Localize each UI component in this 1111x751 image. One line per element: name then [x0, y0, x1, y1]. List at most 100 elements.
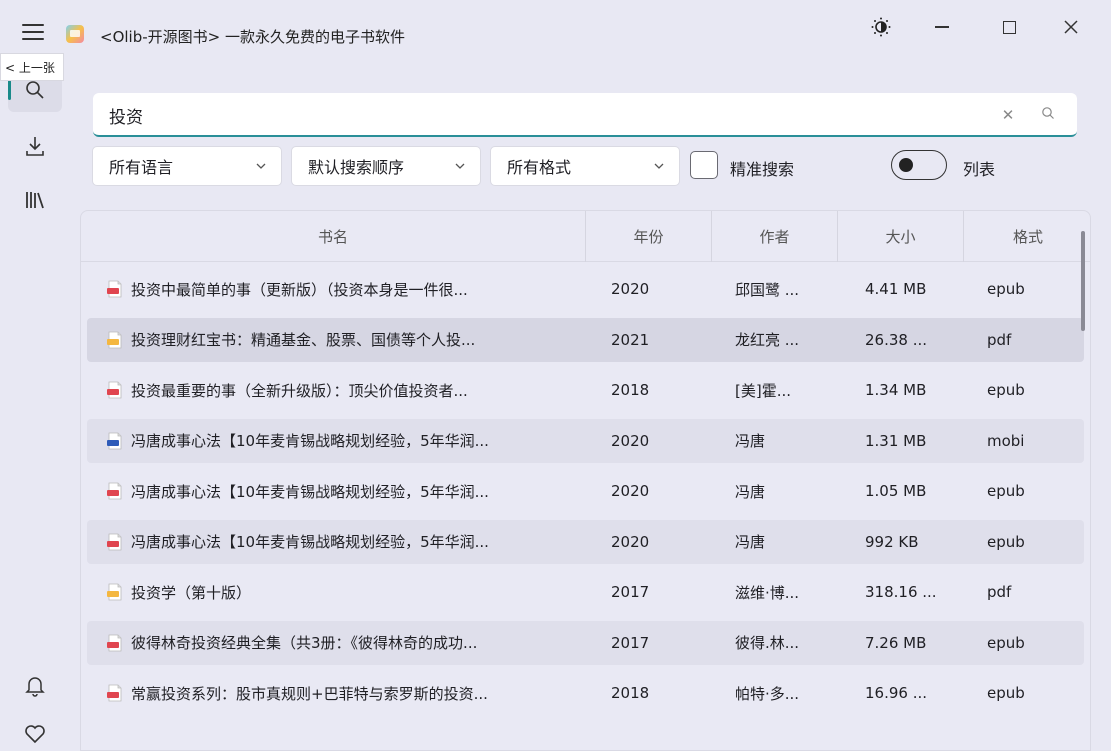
list-view-toggle[interactable] — [891, 150, 947, 180]
format-dropdown[interactable]: 所有格式 — [490, 146, 680, 186]
table-row[interactable]: 投资学（第十版） 2017 滋维·博... 318.16 ... pdf — [87, 570, 1084, 614]
cell-year: 2020 — [611, 532, 650, 551]
table-row[interactable]: 投资中最简单的事（更新版）（投资本身是一件很... 2020 邱国鹭 ... 4.41… — [87, 267, 1084, 311]
cell-book-name: 冯唐成事心法【10年麦肯锡战略规划经验，5年华润... — [107, 469, 577, 513]
cell-book-name: 常赢投资系列：股市真规则+巴菲特与索罗斯的投资... — [107, 671, 577, 715]
cell-size: 1.31 MB — [865, 431, 927, 450]
cell-year: 2021 — [611, 330, 650, 349]
format-dropdown-value: 所有格式 — [507, 158, 572, 177]
table-row[interactable]: 冯唐成事心法【10年麦肯锡战略规划经验，5年华润... 2020 冯唐 1.31 MB… — [87, 418, 1084, 463]
table-row[interactable]: 投资最重要的事（全新升级版）：顶尖价值投资者... 2018 [美]霍... 1.34… — [87, 368, 1084, 412]
cell-format: epub — [987, 381, 1025, 399]
language-dropdown-value: 所有语言 — [109, 158, 174, 177]
cell-book-name: 投资中最简单的事（更新版）（投资本身是一件很... — [107, 267, 577, 311]
cell-format: epub — [987, 684, 1025, 702]
table-header: 书名 年份 作者 大小 格式 — [81, 211, 1090, 262]
exact-search-checkbox[interactable] — [690, 151, 718, 179]
cell-size: 1.05 MB — [865, 482, 927, 500]
book-name-text: 投资理财红宝书：精通基金、股票、国债等个人投... — [131, 331, 476, 349]
cell-book-name: 冯唐成事心法【10年麦肯锡战略规划经验，5年华润... — [107, 520, 577, 564]
table-row[interactable]: 冯唐成事心法【10年麦肯锡战略规划经验，5年华润... 2020 冯唐 992 KB e… — [87, 519, 1084, 564]
cell-author: 冯唐 — [735, 533, 766, 551]
close-icon — [1064, 20, 1078, 34]
column-header-format[interactable]: 格式 — [964, 211, 1090, 262]
maximize-button[interactable] — [994, 14, 1024, 40]
chevron-down-icon — [455, 163, 465, 169]
cell-format: epub — [987, 532, 1025, 551]
cell-size: 26.38 ... — [865, 330, 928, 349]
pdf-file-icon — [107, 331, 122, 348]
cell-format: mobi — [987, 431, 1025, 450]
cell-book-name: 投资理财红宝书：精通基金、股票、国债等个人投... — [107, 318, 577, 362]
cell-size: 16.96 ... — [865, 684, 928, 702]
nav-library[interactable] — [8, 178, 62, 222]
epub-file-icon — [107, 280, 122, 298]
clear-search-icon[interactable]: ✕ — [999, 106, 1017, 124]
pdf-file-icon — [107, 583, 122, 601]
cell-book-name: 投资最重要的事（全新升级版）：顶尖价值投资者... — [107, 368, 577, 412]
sort-order-dropdown[interactable]: 默认搜索顺序 — [291, 146, 481, 186]
book-name-text: 冯唐成事心法【10年麦肯锡战略规划经验，5年华润... — [131, 482, 489, 501]
table-row[interactable]: 常赢投资系列：股市真规则+巴菲特与索罗斯的投资... 2018 帕特·多... 16.… — [87, 671, 1084, 715]
search-input[interactable] — [109, 101, 969, 129]
search-icon — [26, 81, 44, 99]
cell-format: pdf — [987, 583, 1012, 601]
table-row[interactable]: 彼得林奇投资经典全集（共3册：《彼得林奇的成功... 2017 彼得.林... 7.2… — [87, 620, 1084, 665]
cell-format: epub — [987, 633, 1025, 652]
book-name-text: 冯唐成事心法【10年麦肯锡战略规划经验，5年华润... — [131, 533, 489, 551]
bell-icon — [25, 677, 45, 697]
cell-author: 帕特·多... — [735, 684, 800, 703]
nav-active-indicator — [8, 80, 11, 100]
toggle-knob — [899, 158, 913, 172]
cell-book-name: 冯唐成事心法【10年麦肯锡战略规划经验，5年华润... — [107, 419, 577, 463]
book-name-text: 投资学（第十版） — [131, 583, 252, 602]
cell-author: 冯唐 — [735, 482, 766, 501]
book-name-text: 投资最重要的事（全新升级版）：顶尖价值投资者... — [131, 381, 468, 400]
cell-format: epub — [987, 482, 1025, 500]
cell-author: [美]霍... — [735, 381, 792, 400]
column-header-author[interactable]: 作者 — [712, 211, 838, 262]
cell-size: 992 KB — [865, 532, 919, 551]
minimize-button[interactable] — [927, 14, 957, 40]
cell-author: 滋维·博... — [735, 583, 800, 602]
search-submit-icon[interactable] — [1041, 106, 1059, 124]
column-header-name[interactable]: 书名 — [81, 211, 586, 262]
cell-size: 4.41 MB — [865, 280, 927, 298]
list-view-label: 列表 — [963, 160, 996, 179]
column-header-size[interactable]: 大小 — [838, 211, 964, 262]
nav-notifications[interactable] — [8, 664, 62, 708]
cell-author: 冯唐 — [735, 432, 766, 450]
cell-year: 2020 — [611, 280, 650, 298]
cell-year: 2020 — [611, 431, 650, 450]
app-logo-icon — [66, 25, 84, 43]
window-title: <Olib-开源图书> 一款永久免费的电子书软件 — [100, 28, 405, 46]
cell-format: epub — [987, 280, 1025, 298]
heart-icon — [25, 725, 45, 744]
epub-file-icon — [107, 684, 122, 702]
table-row[interactable]: 冯唐成事心法【10年麦肯锡战略规划经验，5年华润... 2020 冯唐 1.05 MB… — [87, 469, 1084, 513]
exact-search-label: 精准搜索 — [730, 160, 795, 179]
nav-download[interactable] — [8, 124, 62, 168]
cell-book-name: 彼得林奇投资经典全集（共3册：《彼得林奇的成功... — [107, 621, 577, 665]
cell-year: 2018 — [611, 684, 650, 702]
nav-favorites[interactable] — [8, 712, 62, 751]
table-scrollbar[interactable] — [1081, 231, 1085, 331]
chevron-down-icon — [654, 163, 664, 169]
close-button[interactable] — [1056, 14, 1086, 40]
language-dropdown[interactable]: 所有语言 — [92, 146, 282, 186]
hamburger-menu-icon[interactable] — [22, 24, 44, 42]
theme-toggle-icon[interactable] — [866, 14, 896, 40]
cell-author: 彼得.林... — [735, 634, 800, 652]
minimize-icon — [935, 26, 949, 28]
book-name-text: 投资中最简单的事（更新版）（投资本身是一件很... — [131, 280, 468, 299]
table-row[interactable]: 投资理财红宝书：精通基金、股票、国债等个人投... 2021 龙红亮 ... 26.3… — [87, 317, 1084, 362]
cell-size: 1.34 MB — [865, 381, 927, 399]
mobi-file-icon — [107, 432, 122, 449]
cell-year: 2017 — [611, 583, 650, 601]
book-name-text: 冯唐成事心法【10年麦肯锡战略规划经验，5年华润... — [131, 432, 489, 450]
cell-author: 邱国鹭 ... — [735, 280, 800, 299]
epub-file-icon — [107, 634, 122, 651]
tooltip: < 上一张 — [0, 53, 64, 81]
cell-year: 2018 — [611, 381, 650, 399]
column-header-year[interactable]: 年份 — [586, 211, 712, 262]
